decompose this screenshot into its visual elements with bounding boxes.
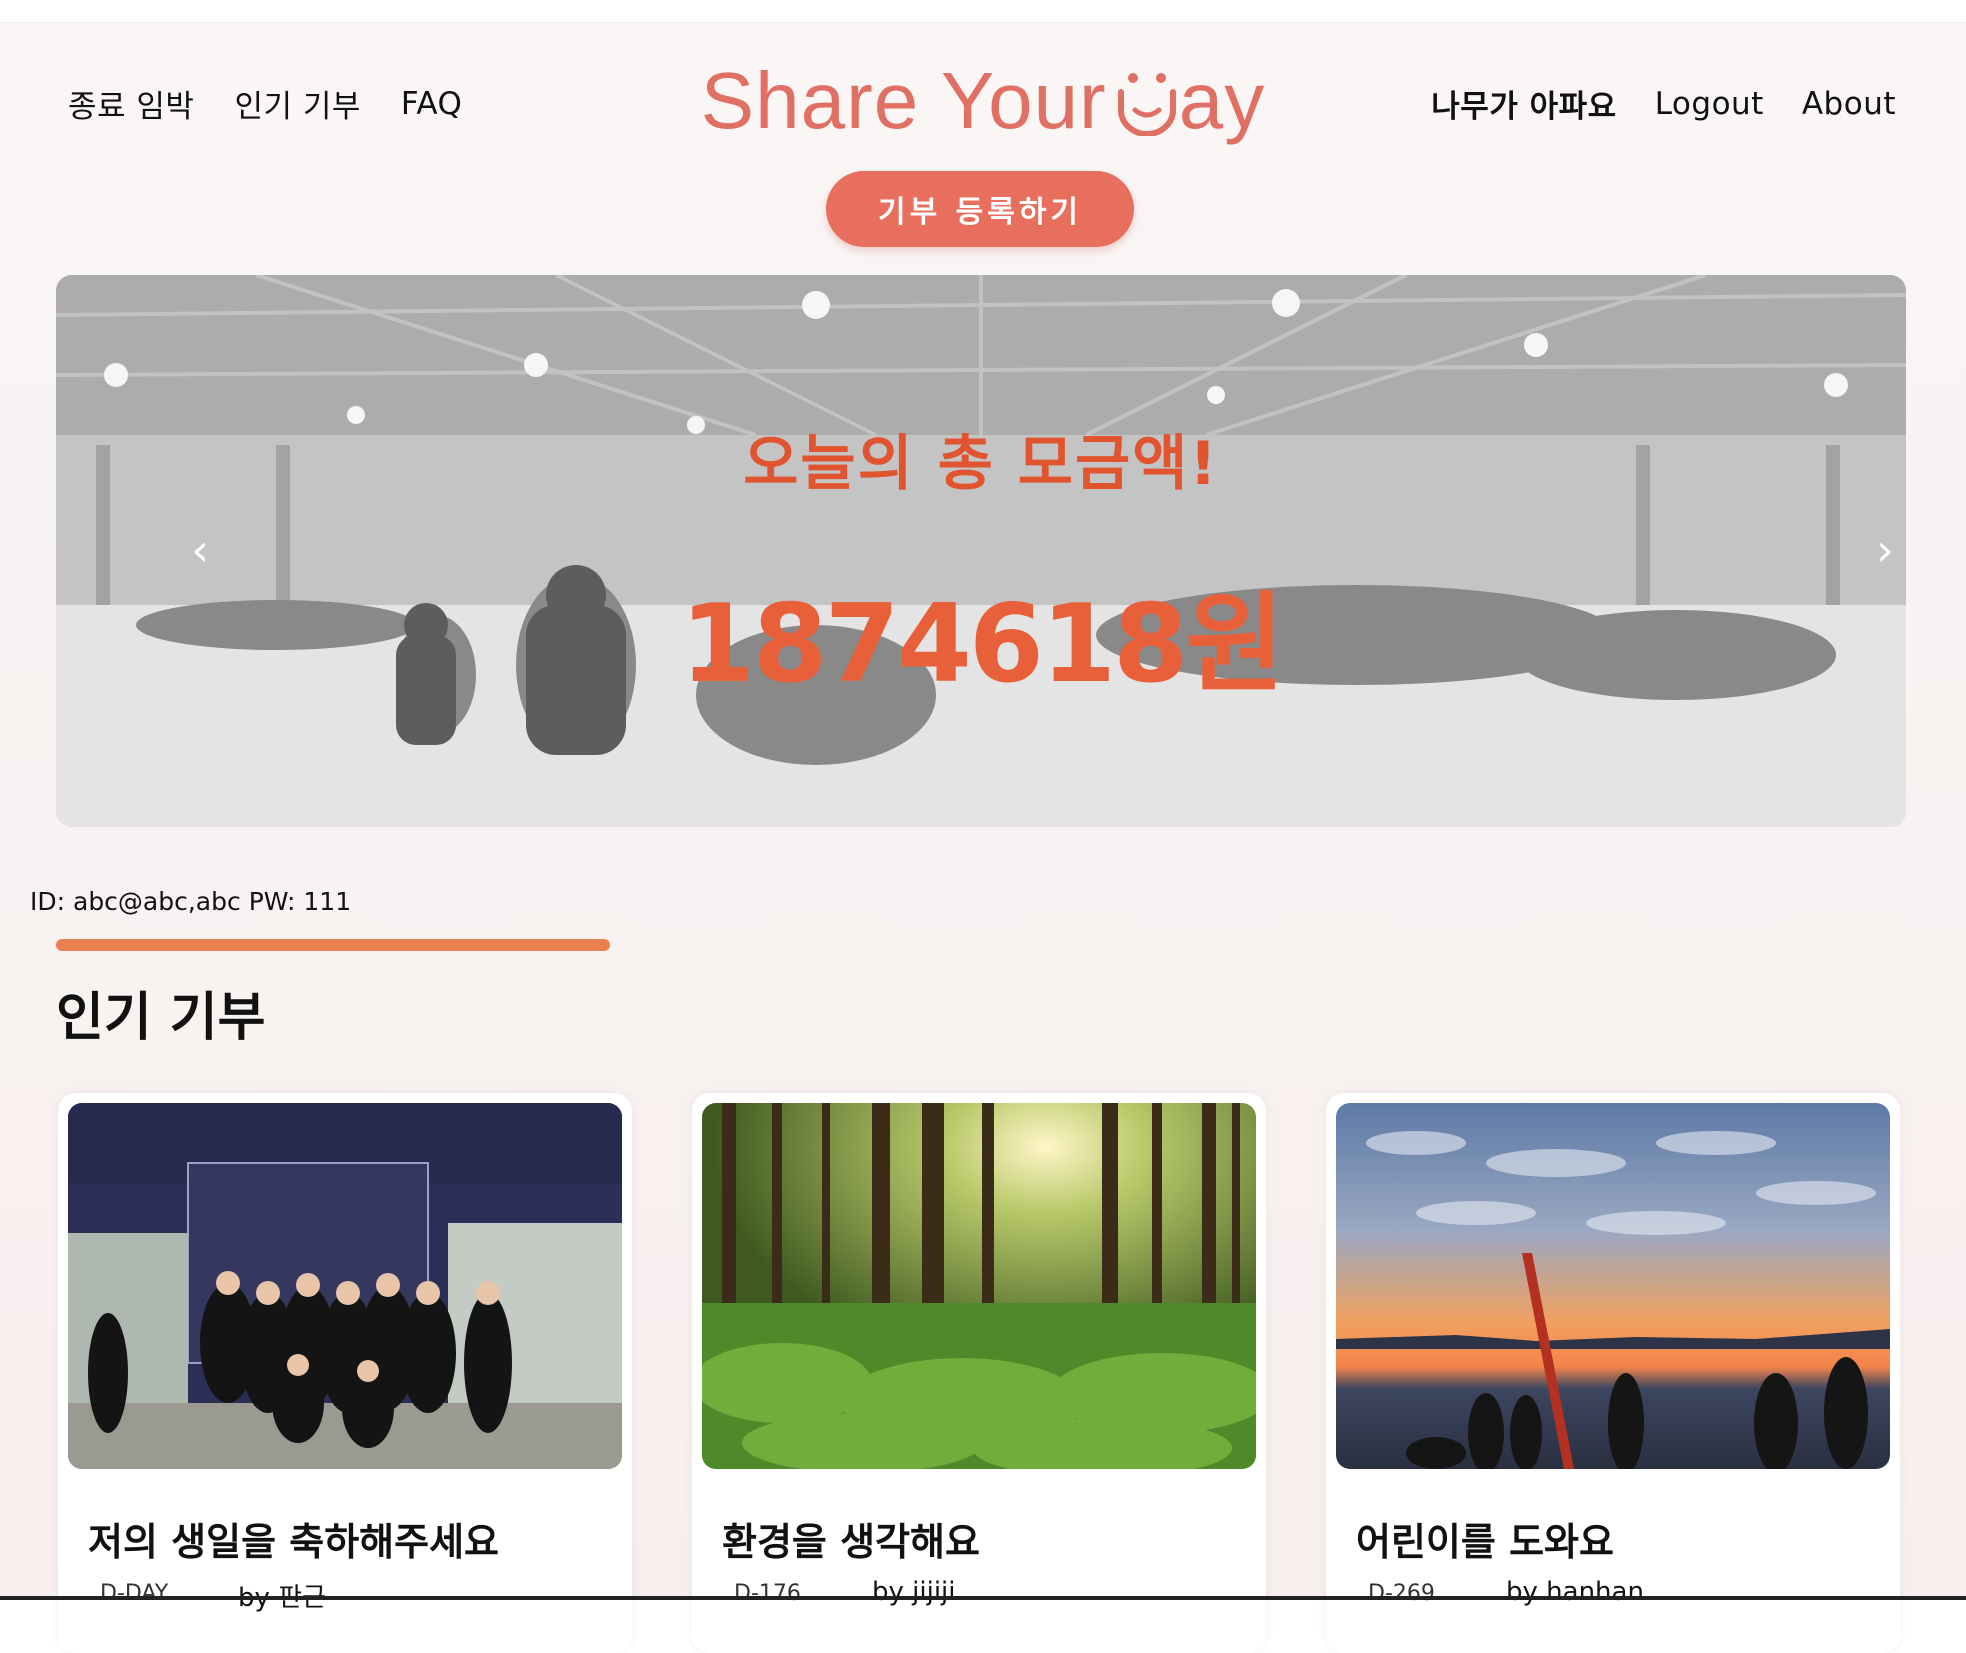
hero-title: 오늘의 총 모금액!	[743, 429, 1219, 499]
card-author: by jijiji	[872, 1577, 956, 1607]
section-divider	[56, 939, 610, 951]
donation-card[interactable]: 저의 생일을 축하해주세요 D-DAY by 판근	[58, 1093, 632, 1653]
donation-card[interactable]: 환경을 생각해요 D-176 by jijiji	[692, 1093, 1266, 1653]
card-dday: D-DAY	[100, 1581, 169, 1606]
card-dday: D-176	[734, 1581, 801, 1606]
logo-tail: ay	[1178, 56, 1266, 145]
about-link[interactable]: About	[1802, 86, 1896, 122]
smile-face-icon	[1117, 73, 1176, 136]
card-image-sunset-beach-photo	[1336, 1103, 1890, 1469]
chevron-left-icon[interactable]: ‹	[180, 525, 220, 576]
hero-background-image	[56, 275, 1906, 827]
card-image-forest-photo	[702, 1103, 1256, 1469]
card-title: 저의 생일을 축하해주세요	[88, 1520, 500, 1564]
card-title: 어린이를 도와요	[1356, 1520, 1614, 1564]
logout-link[interactable]: Logout	[1655, 86, 1764, 122]
nav-link-tree-hurts[interactable]: 나무가 아파요	[1431, 81, 1616, 126]
card-dday: D-269	[1368, 1581, 1435, 1606]
logo-text: Share Your	[700, 56, 1107, 145]
section-title: 인기 기부	[56, 988, 266, 1048]
chevron-right-icon[interactable]: ›	[1870, 525, 1900, 576]
register-donation-button[interactable]: 기부 등록하기	[826, 171, 1134, 247]
nav-right: 나무가 아파요 Logout About	[1431, 81, 1896, 126]
donation-card[interactable]: 어린이를 도와요 D-269 by hanhan	[1326, 1093, 1900, 1653]
card-title: 환경을 생각해요	[722, 1520, 980, 1564]
test-credentials: ID: abc@abc,abc PW: 111	[30, 887, 352, 916]
page: 종료 임박 인기 기부 FAQ Share Your ay 나무가 아파요 Lo…	[0, 22, 1966, 1653]
bottom-border	[0, 1596, 1966, 1600]
card-author: by hanhan	[1506, 1577, 1644, 1607]
hero-carousel: 오늘의 총 모금액! 1874618원 ‹ ›	[56, 275, 1906, 827]
card-image-group-photo	[68, 1103, 622, 1469]
total-amount: 1874618원	[680, 582, 1284, 707]
